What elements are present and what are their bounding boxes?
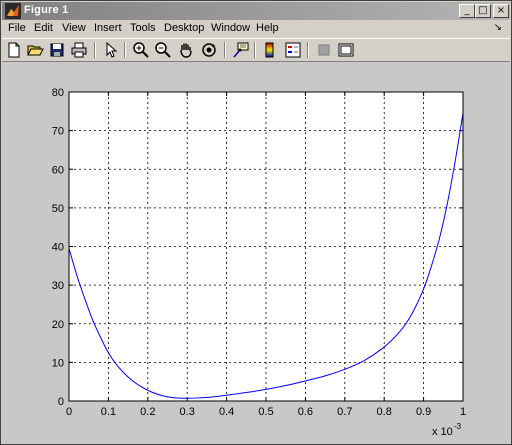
x-tick-label: 0.2 [140,406,155,418]
open-file-icon[interactable] [26,41,44,59]
x-tick-label: 0.5 [258,406,273,418]
menu-desktop[interactable]: Desktop [164,22,204,34]
y-tick-label: 30 [52,280,64,292]
maximize-button[interactable]: □ [475,4,491,18]
x-tick-label: 0.9 [416,406,431,418]
menu-bar: File Edit View Insert Tools Desktop Wind… [2,20,510,38]
toolbar-separator [307,42,309,58]
x-tick-label: 1 [460,406,466,418]
menu-file[interactable]: File [8,22,26,34]
title-bar[interactable]: Figure 1 _ □ × [2,2,510,20]
hide-plot-tools-icon[interactable] [315,41,333,59]
y-tick-label: 70 [52,126,64,138]
menu-tools[interactable]: Tools [130,22,156,34]
save-figure-icon[interactable] [48,41,66,59]
x-tick-label: 0 [66,406,72,418]
print-figure-icon[interactable] [70,41,88,59]
x-tick-label: 0.8 [377,406,392,418]
pan-hand-icon[interactable] [177,41,195,59]
y-tick-label: 60 [52,164,64,176]
x-tick-label: 0.7 [337,406,352,418]
zoom-out-icon[interactable] [154,41,172,59]
toolbar-separator [94,42,96,58]
dock-arrow-icon[interactable]: ↘ [494,22,502,33]
y-tick-label: 10 [52,357,64,369]
figure-canvas: 0 0.1 0.2 0.3 0.4 0.5 0.6 0.7 0.8 0.9 1 0 10 20 30 40 50… [2,62,510,444]
x-multiplier-exponent: -3 [454,422,462,431]
matlab-logo-icon [5,3,21,19]
menu-insert[interactable]: Insert [94,22,122,34]
y-tick-label: 40 [52,242,64,254]
new-figure-icon[interactable] [5,41,23,59]
data-cursor-icon[interactable] [232,41,250,59]
close-button[interactable]: × [493,4,509,18]
figure-toolbar [2,38,510,62]
menu-window[interactable]: Window [211,22,250,34]
zoom-in-icon[interactable] [132,41,150,59]
insert-colorbar-icon[interactable] [261,41,279,59]
x-tick-label: 0.3 [180,406,195,418]
window-title: Figure 1 [24,4,69,16]
insert-legend-icon[interactable] [284,41,302,59]
toolbar-separator [224,42,226,58]
figure-window: Figure 1 _ □ × File Edit View Insert Too… [0,0,512,445]
minimize-button[interactable]: _ [459,4,475,18]
y-tick-label: 0 [58,396,64,408]
x-tick-label: 0.6 [298,406,313,418]
menu-view[interactable]: View [62,22,86,34]
rotate-3d-icon[interactable] [200,41,218,59]
menu-help[interactable]: Help [256,22,279,34]
plot-svg: 0 0.1 0.2 0.3 0.4 0.5 0.6 0.7 0.8 0.9 101020304050… [52,87,466,438]
edit-plot-arrow-icon[interactable] [102,41,120,59]
toolbar-separator [254,42,256,58]
x-multiplier-label: x 10 [432,426,453,438]
x-tick-label: 0.4 [219,406,234,418]
y-tick-label: 20 [52,319,64,331]
x-tick-label: 0.1 [101,406,116,418]
menu-edit[interactable]: Edit [34,22,53,34]
show-plot-tools-icon[interactable] [337,41,355,59]
y-tick-label: 50 [52,203,64,215]
y-tick-label: 80 [52,87,64,99]
toolbar-separator [124,42,126,58]
